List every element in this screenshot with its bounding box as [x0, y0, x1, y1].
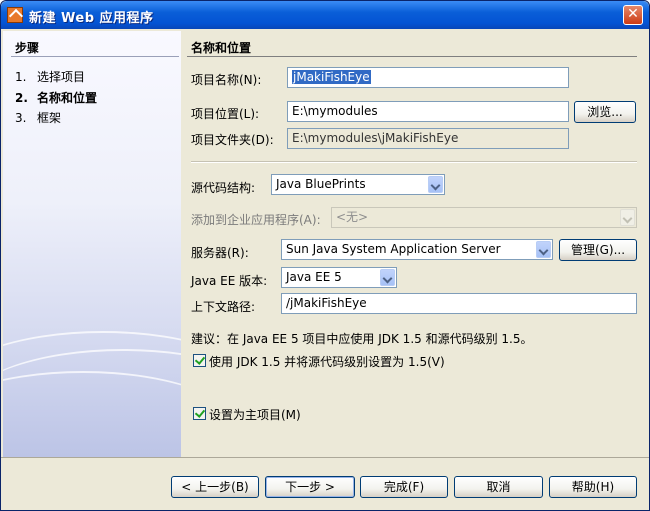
steps-heading: 步骤 [15, 41, 40, 55]
section-separator [191, 161, 637, 163]
project-location-label: 项目位置(L): [191, 107, 260, 121]
use-jdk-checkbox-label[interactable]: 使用 JDK 1.5 并将源代码级别设置为 1.5(V) [209, 353, 445, 370]
finish-button[interactable]: 完成(F) [360, 476, 448, 498]
steps-divider [11, 56, 179, 57]
enterprise-app-select[interactable]: <无> [331, 207, 637, 228]
main-project-checkbox-label[interactable]: 设置为主项目(M) [209, 406, 301, 423]
new-web-app-dialog: 新建 Web 应用程序 ✕ 步骤 1. 选择项目 2. 名称和位置 3. 框架 名称和… [0, 0, 650, 511]
server-label: 服务器(R): [191, 246, 249, 260]
suggestion-text: 建议：在 Java EE 5 项目中应使用 JDK 1.5 和源代码级别 1.5… [191, 332, 533, 346]
help-button[interactable]: 帮助(H) [549, 476, 637, 498]
project-name-value: jMakiFishEye [292, 70, 371, 84]
project-name-input[interactable]: jMakiFishEye [287, 67, 569, 88]
project-location-input[interactable]: E:\mymodules [287, 101, 569, 122]
step-item-current: 2. 名称和位置 [15, 89, 97, 105]
decorative-wave [3, 371, 181, 457]
enterprise-app-value: <无> [336, 210, 369, 224]
source-structure-label: 源代码结构: [191, 181, 256, 195]
button-bar: < 上一步(B) 下一步 > 完成(F) 取消 帮助(H) [1, 457, 649, 510]
project-folder-label: 项目文件夹(D): [191, 133, 274, 147]
step-item: 3. 框架 [15, 109, 61, 125]
netbeans-app-icon [7, 7, 23, 23]
dropdown-arrow-icon[interactable] [620, 209, 635, 226]
section-divider [187, 56, 637, 57]
manage-servers-button[interactable]: 管理(G)... [559, 239, 637, 261]
main-project-checkbox[interactable] [193, 407, 206, 420]
javaee-version-value: Java EE 5 [286, 270, 342, 284]
title-bar[interactable]: 新建 Web 应用程序 ✕ [1, 1, 649, 29]
close-button[interactable]: ✕ [623, 5, 643, 25]
source-structure-value: Java BluePrints [276, 177, 366, 191]
step-label: 选择项目 [37, 70, 86, 84]
dropdown-arrow-icon[interactable] [536, 241, 551, 258]
step-number: 3. [15, 111, 27, 125]
source-structure-select[interactable]: Java BluePrints [271, 174, 445, 195]
section-title: 名称和位置 [191, 41, 252, 55]
add-to-enterprise-label: 添加到企业应用程序(A): [191, 213, 321, 227]
step-label: 框架 [37, 111, 62, 125]
next-button[interactable]: 下一步 > [265, 476, 355, 498]
step-item: 1. 选择项目 [15, 68, 85, 84]
name-location-panel: 名称和位置 项目名称(N): jMakiFishEye 项目位置(L): E:\… [181, 31, 647, 457]
step-label: 名称和位置 [37, 91, 98, 105]
step-number: 1. [15, 70, 27, 84]
steps-panel: 步骤 1. 选择项目 2. 名称和位置 3. 框架 [3, 31, 181, 457]
browse-button[interactable]: 浏览... [574, 101, 636, 123]
project-name-label: 项目名称(N): [191, 73, 262, 87]
step-number: 2. [15, 91, 28, 105]
server-select[interactable]: Sun Java System Application Server [281, 239, 553, 260]
context-path-input[interactable]: /jMakiFishEye [281, 293, 637, 314]
use-jdk-checkbox[interactable] [193, 354, 206, 367]
javaee-version-label: Java EE 版本: [191, 274, 268, 288]
dialog-title: 新建 Web 应用程序 [29, 11, 154, 26]
dropdown-arrow-icon[interactable] [380, 269, 395, 286]
context-path-label: 上下文路径: [191, 300, 256, 314]
project-folder-field[interactable]: E:\mymodules\jMakiFishEye [287, 128, 569, 149]
server-value: Sun Java System Application Server [286, 242, 501, 256]
javaee-version-select[interactable]: Java EE 5 [281, 267, 397, 288]
back-button[interactable]: < 上一步(B) [171, 476, 259, 498]
cancel-button[interactable]: 取消 [454, 476, 543, 498]
dropdown-arrow-icon[interactable] [428, 176, 443, 193]
